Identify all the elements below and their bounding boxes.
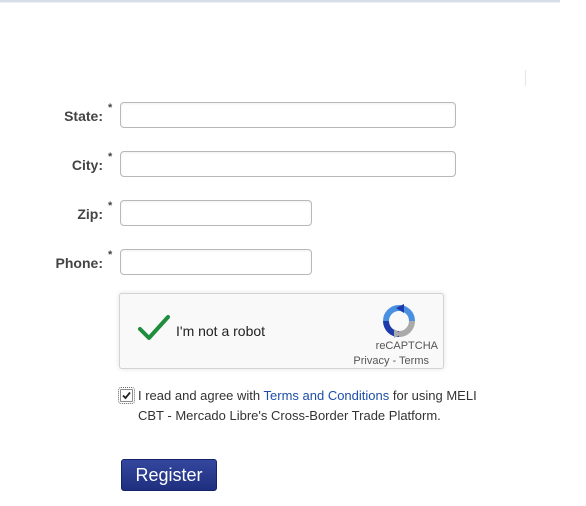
recaptcha-links: Privacy - Terms bbox=[353, 355, 429, 367]
recaptcha-brand: reCAPTCHA bbox=[375, 340, 438, 352]
privacy-link[interactable]: Privacy bbox=[353, 355, 389, 367]
zip-input[interactable] bbox=[120, 200, 312, 226]
required-mark: * bbox=[108, 249, 113, 261]
register-button[interactable]: Register bbox=[121, 459, 217, 491]
terms-link[interactable]: Terms bbox=[399, 355, 429, 367]
top-border-shadow bbox=[0, 2, 560, 3]
terms-and-conditions-link[interactable]: Terms and Conditions bbox=[264, 388, 390, 403]
agreement-text-before: I read and agree with bbox=[138, 388, 264, 403]
required-mark: * bbox=[108, 200, 113, 212]
city-input[interactable] bbox=[120, 151, 456, 177]
checkbox-check-icon bbox=[122, 391, 131, 400]
state-row: State: * bbox=[0, 102, 586, 132]
city-row: City: * bbox=[0, 151, 586, 181]
phone-label: Phone: bbox=[55, 255, 103, 271]
city-label: City: bbox=[71, 157, 103, 173]
state-label: State: bbox=[64, 108, 103, 124]
state-input[interactable] bbox=[120, 102, 456, 128]
divider bbox=[525, 70, 526, 86]
recaptcha-logo-icon bbox=[382, 304, 416, 338]
zip-row: Zip: * bbox=[0, 200, 586, 230]
recaptcha-checkmark-icon[interactable] bbox=[138, 314, 170, 342]
phone-row: Phone: * bbox=[0, 249, 586, 279]
phone-input[interactable] bbox=[120, 249, 312, 275]
zip-label: Zip: bbox=[77, 206, 103, 222]
required-mark: * bbox=[108, 151, 113, 163]
link-separator: - bbox=[389, 355, 400, 367]
agreement-checkbox[interactable] bbox=[118, 387, 135, 404]
agreement-text: I read and agree with Terms and Conditio… bbox=[138, 386, 478, 426]
recaptcha-widget: I'm not a robot reCAPTCHA Privacy - Term… bbox=[119, 293, 444, 369]
recaptcha-label: I'm not a robot bbox=[176, 323, 266, 339]
required-mark: * bbox=[108, 102, 113, 114]
